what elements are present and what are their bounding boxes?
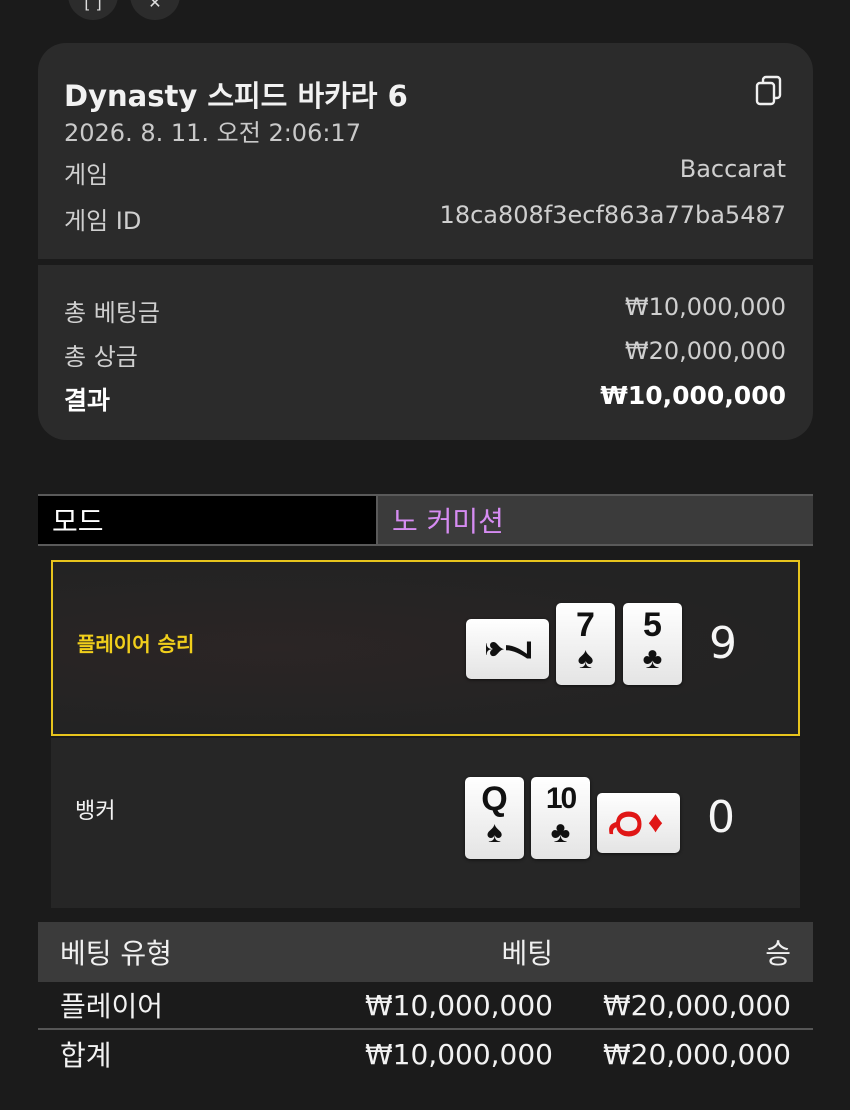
card-suit: ♣ <box>642 642 663 675</box>
round-summary-card: Dynasty 스피드 바카라 6 2026. 8. 11. 오전 2:06:1… <box>38 43 813 259</box>
round-datetime: 2026. 8. 11. 오전 2:06:17 <box>64 119 361 147</box>
playing-card: 5 ♣ <box>623 603 682 685</box>
payout-summary-card: 총 베팅금 ₩10,000,000 총 상금 ₩20,000,000 결과 ₩1… <box>38 265 813 440</box>
mode-value: 노 커미션 <box>376 496 813 544</box>
playing-card: 7 ♠ <box>556 603 615 685</box>
card-rank: 5 <box>643 606 662 644</box>
playing-card: Q ♠ <box>465 777 524 859</box>
header-bet: 베팅 <box>501 937 553 970</box>
card-suit: ♦ <box>647 806 664 839</box>
card-rank: Q <box>481 780 508 818</box>
playing-card: Q ♦ <box>597 793 680 853</box>
card-rank: Q <box>607 809 649 839</box>
card-rank: 10 <box>545 782 577 815</box>
total-bet-row: 총 베팅금 ₩10,000,000 <box>64 293 786 328</box>
bet-table-header: 베팅 유형 베팅 승 <box>38 922 813 982</box>
top-buttons: [ ] ✕ <box>68 0 180 20</box>
expand-icon[interactable]: [ ] <box>68 0 118 20</box>
copy-icon[interactable] <box>755 75 783 107</box>
win-amount-cell: ₩20,000,000 <box>602 988 791 1022</box>
mode-bar: 모드 노 커미션 <box>38 494 813 546</box>
bet-table: 베팅 유형 베팅 승 플레이어 ₩10,000,000 ₩20,000,000 … <box>38 922 813 1078</box>
total-bet-label: 총 베팅금 <box>64 299 160 327</box>
total-bet-cell: ₩10,000,000 <box>364 1037 553 1071</box>
bet-type-cell: 플레이어 <box>60 990 164 1023</box>
header-bet-type: 베팅 유형 <box>60 937 172 970</box>
card-rank: 7 <box>576 606 595 644</box>
table-row: 플레이어 ₩10,000,000 ₩20,000,000 <box>38 982 813 1030</box>
close-icon[interactable]: ✕ <box>130 0 180 20</box>
playing-card: ♠ 7 <box>466 619 549 679</box>
card-suit: ♣ <box>550 816 571 849</box>
total-win-cell: ₩20,000,000 <box>602 1037 791 1071</box>
total-win-label: 총 상금 <box>64 343 138 371</box>
game-id-value[interactable]: 18ca808f3ecf863a77ba5487 <box>440 201 786 236</box>
player-hand-label: 플레이어 승리 <box>77 632 195 656</box>
banker-score: 0 <box>707 792 735 843</box>
mode-label: 모드 <box>38 496 376 544</box>
header-win: 승 <box>765 937 791 970</box>
bet-amount-cell: ₩10,000,000 <box>364 988 553 1022</box>
player-hand: 플레이어 승리 ♠ 7 7 ♠ 5 ♣ 9 <box>51 560 800 736</box>
total-bet-value: ₩10,000,000 <box>624 293 786 321</box>
result-value: ₩10,000,000 <box>600 381 786 410</box>
card-suit: ♠ <box>486 816 503 849</box>
result-label: 결과 <box>64 386 111 415</box>
card-rank: 7 <box>498 639 540 661</box>
game-value: Baccarat <box>679 155 786 183</box>
game-id-row: 게임 ID 18ca808f3ecf863a77ba5487 <box>64 201 786 236</box>
total-win-value: ₩20,000,000 <box>624 337 786 365</box>
total-win-row: 총 상금 ₩20,000,000 <box>64 337 786 372</box>
banker-hand: 뱅커 Q ♠ 10 ♣ Q ♦ 0 <box>51 738 800 908</box>
card-suit: ♠ <box>577 642 594 675</box>
total-row: 합계 ₩10,000,000 ₩20,000,000 <box>38 1030 813 1078</box>
result-row: 결과 ₩10,000,000 <box>64 381 786 417</box>
game-id-label: 게임 ID <box>64 207 142 235</box>
game-row: 게임 Baccarat <box>64 155 786 190</box>
total-label-cell: 합계 <box>60 1039 112 1072</box>
game-title: Dynasty 스피드 바카라 6 <box>64 79 408 113</box>
player-score: 9 <box>709 618 737 669</box>
playing-card: 10 ♣ <box>531 777 590 859</box>
banker-hand-label: 뱅커 <box>75 799 116 824</box>
game-label: 게임 <box>64 161 109 189</box>
